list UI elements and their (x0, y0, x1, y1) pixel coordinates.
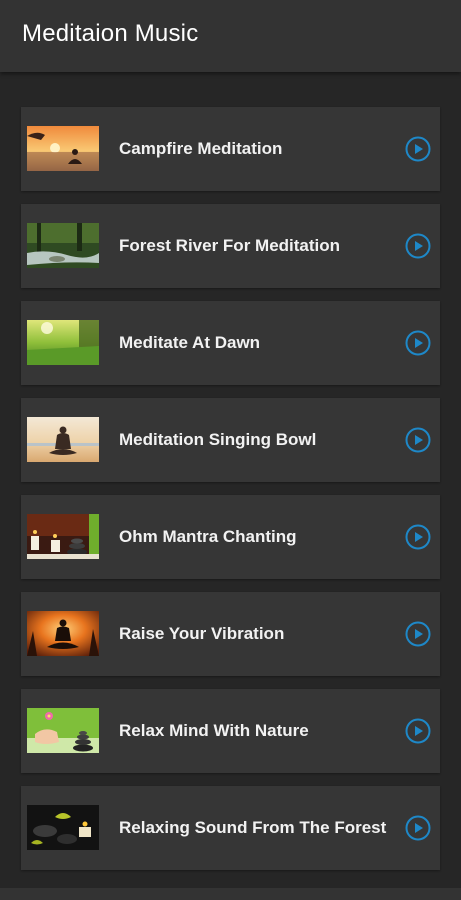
track-title: Meditate At Dawn (119, 333, 261, 352)
bottom-edge (0, 888, 461, 900)
track-title: Raise Your Vibration (119, 624, 285, 643)
track-title: Forest River For Meditation (119, 236, 341, 255)
play-circle-icon[interactable] (405, 815, 431, 841)
track-item-forest-river[interactable]: Forest River For Meditation (21, 204, 440, 288)
play-circle-icon[interactable] (405, 233, 431, 259)
sunset-lake-meditation-image (27, 126, 99, 171)
sunset-silhouette-image (27, 611, 99, 656)
spa-flower-stones-image (27, 708, 99, 753)
track-item-relax-mind-nature[interactable]: Relax Mind With Nature (21, 689, 440, 773)
track-title: Relax Mind With Nature (119, 721, 309, 740)
play-circle-icon[interactable] (405, 136, 431, 162)
play-circle-icon[interactable] (405, 330, 431, 356)
play-circle-icon[interactable] (405, 427, 431, 453)
track-item-ohm-mantra[interactable]: Ohm Mantra Chanting (21, 495, 440, 579)
green-meadow-dawn-image (27, 320, 99, 365)
play-circle-icon[interactable] (405, 621, 431, 647)
track-item-singing-bowl[interactable]: Meditation Singing Bowl (21, 398, 440, 482)
track-item-raise-vibration[interactable]: Raise Your Vibration (21, 592, 440, 676)
app-title: Meditaion Music (22, 20, 199, 47)
track-title: Relaxing Sound From The Forest (119, 818, 387, 837)
forest-river-image (27, 223, 99, 268)
candles-stones-image (27, 514, 99, 559)
play-circle-icon[interactable] (405, 718, 431, 744)
track-item-relaxing-sound-forest[interactable]: Relaxing Sound From The Forest (21, 786, 440, 870)
track-title: Meditation Singing Bowl (119, 430, 317, 449)
track-item-campfire-meditation[interactable]: Campfire Meditation (21, 107, 440, 191)
app-bar: Meditaion Music (0, 0, 461, 72)
beach-meditation-image (27, 417, 99, 462)
track-item-meditate-at-dawn[interactable]: Meditate At Dawn (21, 301, 440, 385)
track-title: Ohm Mantra Chanting (119, 527, 297, 546)
track-title: Campfire Meditation (119, 139, 283, 158)
candle-stones-leaves-image (27, 805, 99, 850)
play-circle-icon[interactable] (405, 524, 431, 550)
